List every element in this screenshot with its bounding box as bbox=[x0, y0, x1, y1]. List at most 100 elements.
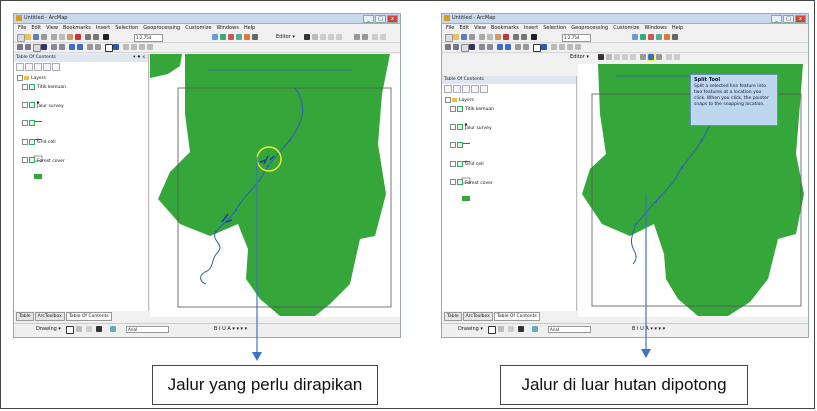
collapse-icon[interactable] bbox=[450, 142, 456, 149]
layer-visibility-checkbox[interactable] bbox=[457, 105, 463, 112]
new-document-icon[interactable] bbox=[17, 34, 25, 42]
text-icon[interactable] bbox=[96, 326, 102, 332]
tab-arctoolbox[interactable]: ArcToolbox bbox=[34, 312, 65, 321]
python-window-icon[interactable] bbox=[672, 34, 678, 40]
select-features-icon[interactable] bbox=[515, 44, 521, 50]
fixed-zoom-out-icon[interactable] bbox=[59, 44, 65, 50]
copy-icon[interactable] bbox=[487, 34, 493, 40]
menu-geoprocessing[interactable]: Geoprocessing bbox=[571, 24, 608, 32]
copy-icon[interactable] bbox=[59, 34, 65, 40]
rotate-tool-icon[interactable] bbox=[362, 34, 368, 40]
map-scale-field[interactable]: 1:2,754 bbox=[562, 34, 591, 42]
search-window-icon[interactable] bbox=[236, 34, 242, 40]
zoom-out-icon[interactable] bbox=[25, 44, 31, 50]
menu-customize[interactable]: Customize bbox=[613, 24, 639, 32]
layer-visibility-checkbox[interactable] bbox=[457, 124, 463, 131]
edit-vertices-icon[interactable] bbox=[532, 326, 538, 332]
map-view[interactable] bbox=[150, 54, 400, 317]
tab-arctoolbox[interactable]: ArcToolbox bbox=[462, 312, 493, 321]
split-tool-icon[interactable] bbox=[647, 53, 655, 61]
tab-table-of-contents[interactable]: Table Of Contents bbox=[493, 312, 540, 321]
collapse-icon[interactable] bbox=[22, 102, 28, 109]
trace-icon[interactable] bbox=[630, 54, 636, 60]
measure-icon[interactable] bbox=[139, 44, 145, 50]
menu-windows[interactable]: Windows bbox=[644, 24, 666, 32]
tab-table[interactable]: Table bbox=[16, 312, 34, 321]
collapse-icon[interactable] bbox=[450, 179, 456, 186]
maximize-button[interactable]: □ bbox=[375, 15, 386, 23]
tab-table-of-contents[interactable]: Table Of Contents bbox=[65, 312, 112, 321]
end-point-arc-icon[interactable] bbox=[328, 34, 334, 40]
layer-item[interactable]: Jalur survey bbox=[17, 102, 148, 111]
select-features-icon[interactable] bbox=[87, 44, 93, 50]
go-to-xy-icon[interactable] bbox=[131, 44, 137, 50]
straight-segment-icon[interactable] bbox=[614, 54, 620, 60]
menu-selection[interactable]: Selection bbox=[543, 24, 566, 32]
menu-edit[interactable]: Edit bbox=[459, 24, 469, 32]
print-icon[interactable] bbox=[41, 34, 47, 40]
edit-vertices-icon[interactable] bbox=[110, 326, 116, 332]
close-button[interactable]: x bbox=[795, 15, 806, 23]
layers-root[interactable]: Layers bbox=[17, 74, 148, 83]
list-by-drawing-order-icon[interactable] bbox=[16, 63, 24, 71]
minimize-button[interactable]: _ bbox=[771, 15, 782, 23]
sketch-properties-icon[interactable] bbox=[674, 54, 680, 60]
paste-icon[interactable] bbox=[67, 34, 73, 40]
menu-insert[interactable]: Insert bbox=[96, 24, 110, 32]
collapse-icon[interactable] bbox=[17, 74, 23, 81]
zoom-in-icon[interactable] bbox=[17, 44, 23, 50]
list-by-source-icon[interactable] bbox=[25, 63, 33, 71]
clear-selection-icon[interactable] bbox=[95, 44, 101, 50]
layer-visibility-checkbox[interactable] bbox=[29, 157, 35, 164]
drawing-menu[interactable]: Drawing ▾ bbox=[36, 324, 61, 334]
go-to-xy-icon[interactable] bbox=[559, 44, 565, 50]
back-extent-icon[interactable] bbox=[497, 44, 503, 50]
list-by-selection-icon[interactable] bbox=[471, 85, 479, 93]
zoom-out-icon[interactable] bbox=[453, 44, 459, 50]
layer-visibility-checkbox[interactable] bbox=[457, 179, 463, 186]
drawing-menu[interactable]: Drawing ▾ bbox=[458, 324, 483, 334]
identify-icon[interactable] bbox=[113, 44, 119, 50]
save-icon[interactable] bbox=[33, 34, 39, 40]
edit-tool-icon[interactable] bbox=[304, 34, 310, 40]
collapse-icon[interactable] bbox=[450, 105, 456, 112]
layer-visibility-checkbox[interactable] bbox=[29, 138, 35, 145]
list-by-source-icon[interactable] bbox=[453, 85, 461, 93]
new-document-icon[interactable] bbox=[445, 34, 453, 42]
close-button[interactable]: x bbox=[387, 15, 398, 23]
open-folder-icon[interactable] bbox=[25, 34, 31, 40]
edit-annotation-icon[interactable] bbox=[606, 54, 612, 60]
cut-icon[interactable] bbox=[51, 34, 57, 40]
add-data-icon[interactable] bbox=[531, 34, 537, 40]
text-format-buttons[interactable]: B I U A ▾ ▾ ▾ ▾ bbox=[632, 324, 665, 334]
reshape-icon[interactable] bbox=[640, 54, 646, 60]
arctoolbox-icon[interactable] bbox=[244, 34, 250, 40]
collapse-icon[interactable] bbox=[22, 120, 28, 127]
rotate-tool-icon[interactable] bbox=[656, 54, 662, 60]
pan-icon[interactable] bbox=[461, 44, 469, 52]
layer-item[interactable]: Forest cover bbox=[445, 179, 576, 188]
editor-menu[interactable]: Editor ▾ bbox=[276, 33, 295, 42]
identify-icon[interactable] bbox=[541, 44, 547, 50]
full-extent-icon[interactable] bbox=[469, 44, 475, 50]
edit-tool-icon[interactable] bbox=[598, 54, 604, 60]
split-tool-icon[interactable] bbox=[354, 34, 360, 40]
hyperlink-icon[interactable] bbox=[147, 44, 153, 50]
minimize-button[interactable]: _ bbox=[363, 15, 374, 23]
print-icon[interactable] bbox=[469, 34, 475, 40]
list-by-selection-icon[interactable] bbox=[43, 63, 51, 71]
layer-item[interactable]: Titik kemuan bbox=[445, 105, 576, 114]
rectangle-icon[interactable] bbox=[508, 326, 514, 332]
select-elements-icon[interactable] bbox=[533, 44, 541, 52]
editor-toolbar-icon[interactable] bbox=[212, 34, 218, 40]
map-scale-field[interactable]: 1:2,754 bbox=[134, 34, 163, 42]
menu-file[interactable]: File bbox=[446, 24, 454, 32]
redo-icon[interactable] bbox=[93, 34, 99, 40]
layer-item[interactable]: Jalur survey bbox=[445, 124, 576, 133]
rotate-icon[interactable] bbox=[76, 326, 82, 332]
catalog-icon[interactable] bbox=[228, 34, 234, 40]
end-point-arc-icon[interactable] bbox=[622, 54, 628, 60]
arctoolbox-icon[interactable] bbox=[664, 34, 670, 40]
add-data-icon[interactable] bbox=[103, 34, 109, 40]
full-extent-icon[interactable] bbox=[41, 44, 47, 50]
